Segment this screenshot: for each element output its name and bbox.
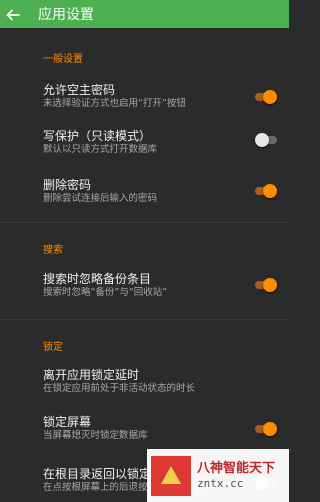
section-header-lock: 锁定 xyxy=(43,342,63,353)
pref-title: 离开应用锁定延时 xyxy=(43,368,140,382)
pref-title: 删除密码 xyxy=(43,178,92,192)
watermark-logo xyxy=(151,455,191,496)
toggle-switch[interactable] xyxy=(255,90,277,104)
toggle-thumb xyxy=(263,184,277,198)
pref-app-lock-timeout[interactable]: 离开应用锁定延时 在锁定应用前处于非活动状态的时长 xyxy=(0,360,289,410)
pref-title: 允许空主密码 xyxy=(43,83,116,97)
watermark-line2: zntx.cc xyxy=(197,476,244,490)
pref-search-ignore-backup[interactable]: 搜索时忽略备份条目 搜索时忽略“备份”与“回收站” xyxy=(0,261,289,318)
pref-summary: 当屏幕熄灭时锁定数据库 xyxy=(43,430,148,441)
pref-write-protect[interactable]: 写保护（只读模式） 默认以只读方式打开数据库 xyxy=(0,119,289,170)
pref-title: 写保护（只读模式） xyxy=(43,129,152,143)
watermark-line1: 八神智能天下 xyxy=(197,460,276,476)
page-title: 应用设置 xyxy=(38,7,94,23)
section-search: 搜索 搜索时忽略备份条目 搜索时忽略“备份”与“回收站” xyxy=(0,223,289,320)
toggle-switch[interactable] xyxy=(255,184,277,198)
pref-summary: 删除尝试连接后输入的密码 xyxy=(43,193,158,204)
arrow-back-icon[interactable] xyxy=(6,7,20,21)
watermark-text: 八神智能天下 zntx.cc xyxy=(197,461,275,491)
pref-summary: 未选择验证方式也启用“打开”按钮 xyxy=(43,98,186,109)
toggle-thumb xyxy=(263,422,277,436)
pref-summary: 在锁定应用前处于非活动状态的时长 xyxy=(43,383,196,394)
pref-delete-password[interactable]: 删除密码 删除尝试连接后输入的密码 xyxy=(0,170,289,221)
toggle-thumb xyxy=(263,278,277,292)
pref-summary: 默认以只读方式打开数据库 xyxy=(43,144,158,155)
pref-title: 锁定屏幕 xyxy=(43,415,92,429)
toggle-thumb xyxy=(255,133,269,147)
watermark: 八神智能天下 zntx.cc xyxy=(147,449,289,502)
pref-allow-empty-master-password[interactable]: 允许空主密码 未选择验证方式也启用“打开”按钮 xyxy=(0,68,289,119)
toggle-switch[interactable] xyxy=(255,422,277,436)
pref-title: 搜索时忽略备份条目 xyxy=(43,272,152,286)
toggle-switch[interactable] xyxy=(255,133,277,147)
toggle-thumb xyxy=(263,90,277,104)
section-general: 一般设置 允许空主密码 未选择验证方式也启用“打开”按钮 写保护（只读模式） 默… xyxy=(0,28,289,223)
section-header-general: 一般设置 xyxy=(43,54,83,65)
app-bar: 应用设置 xyxy=(0,0,289,28)
section-header-search: 搜索 xyxy=(43,245,63,256)
pref-summary: 搜索时忽略“备份”与“回收站” xyxy=(43,287,168,298)
toggle-switch[interactable] xyxy=(255,278,277,292)
